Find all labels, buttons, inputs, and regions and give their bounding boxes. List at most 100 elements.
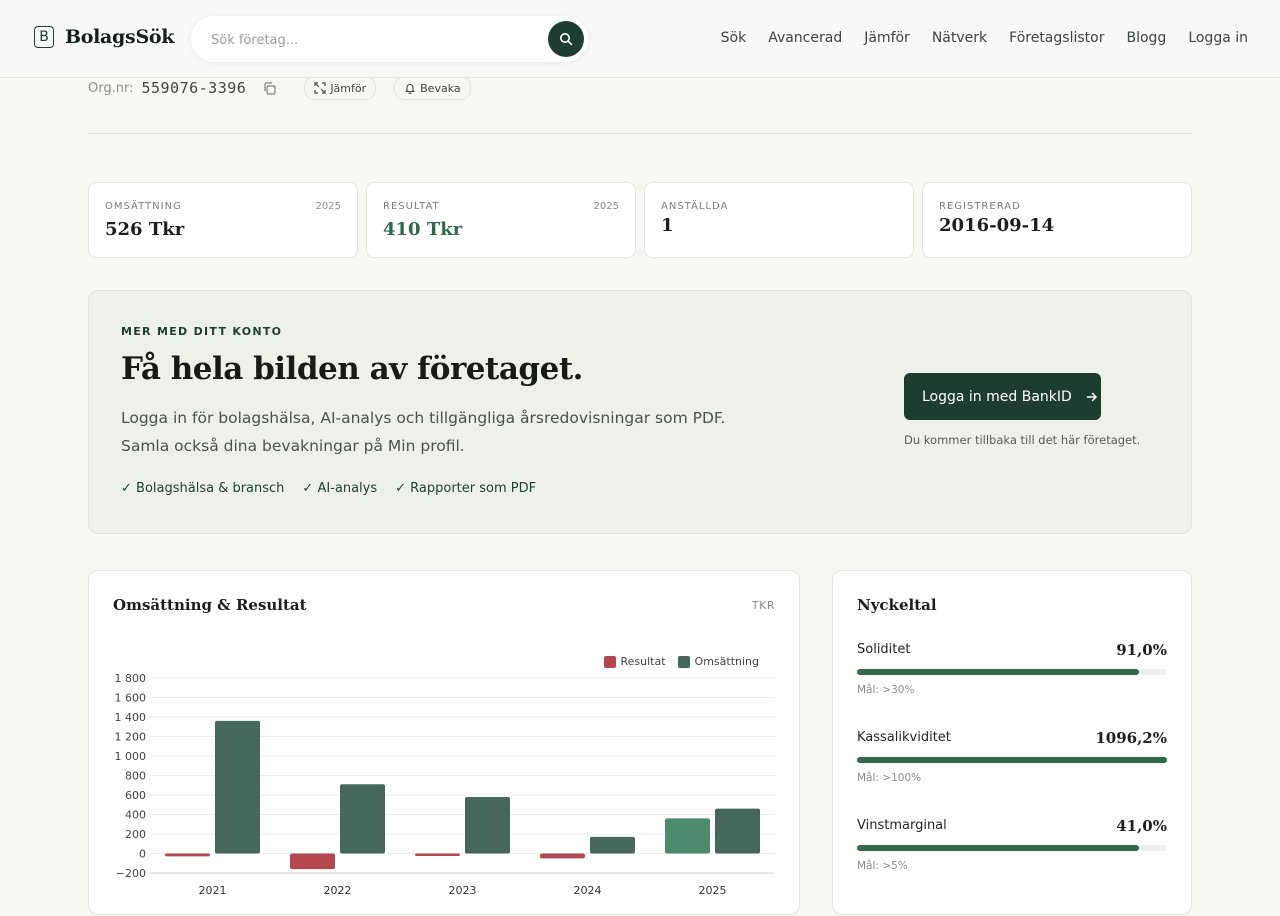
promo-headline: Få hela bilden av företaget. <box>121 351 583 387</box>
login-promo-panel: MER MED DITT KONTO Få hela bilden av för… <box>88 290 1192 534</box>
y-tick-label: 400 <box>125 809 146 822</box>
metric-name: Vinstmarginal <box>857 818 947 833</box>
y-tick-label: 200 <box>125 828 146 841</box>
bar-omsättning-2025 <box>715 808 760 854</box>
metric-progress-fill <box>857 669 1140 675</box>
nav-jamfor[interactable]: Jämför <box>864 30 910 46</box>
stat-card-resultat: RESULTAT 2025 410 Tkr <box>366 182 636 258</box>
nav-avancerad[interactable]: Avancerad <box>768 30 842 46</box>
x-tick-label: 2022 <box>324 884 352 897</box>
logo-icon: B <box>34 26 54 48</box>
nav-logga-in[interactable]: Logga in <box>1188 30 1248 46</box>
y-tick-label: 0 <box>139 848 146 861</box>
nav-sok[interactable]: Sök <box>721 30 747 46</box>
metric-progress-track <box>857 845 1167 851</box>
stat-label: REGISTRERAD <box>939 201 1021 212</box>
watch-button[interactable]: Bevaka <box>394 76 471 100</box>
legend-label: Omsättning <box>694 655 759 668</box>
metric-value: 91,0% <box>1116 641 1167 659</box>
nav-foretagslistor[interactable]: Företagslistor <box>1009 30 1104 46</box>
chart-unit: TKR <box>751 599 775 612</box>
search-icon <box>560 33 573 46</box>
legend-swatch <box>677 655 690 668</box>
metric-name: Soliditet <box>857 642 911 657</box>
metric-progress-track <box>857 757 1167 763</box>
y-tick-label: 1 800 <box>115 672 147 685</box>
stat-value: 410 Tkr <box>383 219 463 240</box>
bar-resultat-2022 <box>290 853 335 870</box>
promo-body: Logga in för bolagshälsa, AI-analys och … <box>121 409 726 455</box>
metric-soliditet: Soliditet 91,0% Mål: >30% <box>857 641 1167 712</box>
search-bar <box>191 16 588 62</box>
bankid-login-button[interactable]: Logga in med BankID <box>904 373 1101 420</box>
main-nav: Sök Avancerad Jämför Nätverk Företagslis… <box>721 30 1248 46</box>
bar-resultat-2021 <box>165 853 210 857</box>
metric-progress-track <box>857 669 1167 675</box>
metrics-title: Nyckeltal <box>857 596 937 614</box>
chart-title: Omsättning & Resultat <box>113 596 307 614</box>
feature-item: ✓ Rapporter som PDF <box>395 481 537 496</box>
bar-resultat-2023 <box>415 853 460 856</box>
bell-icon <box>405 84 415 94</box>
metric-progress-fill <box>857 757 1167 763</box>
y-tick-label: 800 <box>125 770 146 783</box>
feature-item: ✓ AI-analys <box>302 481 378 496</box>
compare-button[interactable]: Jämför <box>304 76 377 100</box>
y-tick-label: 600 <box>125 789 146 802</box>
metric-kassalikviditet: Kassalikviditet 1096,2% Mål: >100% <box>857 729 1167 800</box>
chart-legend: Resultat Omsättning <box>592 655 759 668</box>
metric-value: 41,0% <box>1116 817 1167 835</box>
y-tick-label: −200 <box>116 867 146 880</box>
legend-item-resultat[interactable]: Resultat <box>603 655 666 668</box>
section-divider <box>88 133 1192 134</box>
nav-natverk[interactable]: Nätverk <box>932 30 987 46</box>
stat-value: 2016-09-14 <box>939 215 1055 236</box>
y-tick-label: 1 600 <box>115 692 147 705</box>
brand-logo[interactable]: B BolagsSök <box>34 26 174 48</box>
stat-value: 526 Tkr <box>105 219 185 240</box>
metric-goal: Mål: >30% <box>857 684 915 696</box>
legend-label: Resultat <box>620 655 666 668</box>
stat-year: 2025 <box>315 201 341 212</box>
stat-card-omsattning: OMSÄTTNING 2025 526 Tkr <box>88 182 358 258</box>
legend-item-omsattning[interactable]: Omsättning <box>677 655 759 668</box>
stat-label: OMSÄTTNING <box>105 201 182 212</box>
org-number: 559076-3396 <box>141 79 247 97</box>
company-id-row: Org.nr: 559076-3396 Jämför Bevaka <box>88 76 471 100</box>
stat-year: 2025 <box>593 201 619 212</box>
stat-label: RESULTAT <box>383 201 440 212</box>
arrow-right-icon <box>1086 391 1098 403</box>
stat-label: ANSTÄLLDA <box>661 201 729 212</box>
metric-value: 1096,2% <box>1095 729 1167 747</box>
promo-kicker: MER MED DITT KONTO <box>121 325 283 338</box>
search-button[interactable] <box>548 21 584 57</box>
brand-name: BolagsSök <box>65 26 175 48</box>
bar-omsättning-2021 <box>215 720 260 854</box>
y-tick-label: 1 000 <box>115 750 147 763</box>
bar-chart: −200 0 200 400 600 800 1 000 1 200 1 400 1 600 1 8… <box>115 672 775 897</box>
top-navigation-bar: B BolagsSök Sök Avancerad Jämför Nätverk… <box>0 0 1280 78</box>
stat-card-registrerad: REGISTRERAD 2016-09-14 <box>922 182 1192 258</box>
bar-resultat-2025 <box>665 818 710 854</box>
legend-swatch <box>603 655 616 668</box>
stat-card-anstallda: ANSTÄLLDA 1 <box>644 182 914 258</box>
y-tick-label: 1 200 <box>115 731 147 744</box>
metric-progress-fill <box>857 845 1140 851</box>
nav-blogg[interactable]: Blogg <box>1126 30 1166 46</box>
x-tick-label: 2021 <box>199 884 227 897</box>
promo-feature-list: ✓ Bolagshälsa & bransch ✓ AI-analys ✓ Ra… <box>121 481 554 496</box>
metric-goal: Mål: >100% <box>857 772 922 784</box>
org-number-label: Org.nr: <box>88 80 134 96</box>
bar-omsättning-2022 <box>340 784 385 854</box>
copy-icon <box>264 81 276 95</box>
y-tick-label: 1 400 <box>115 711 147 724</box>
bankid-login-label: Logga in med BankID <box>922 388 1072 405</box>
metric-name: Kassalikviditet <box>857 730 951 745</box>
metric-vinstmarginal: Vinstmarginal 41,0% Mål: >5% <box>857 817 1167 888</box>
x-tick-label: 2023 <box>449 884 477 897</box>
search-input[interactable] <box>209 28 543 52</box>
watch-label: Bevaka <box>420 81 461 95</box>
bar-resultat-2024 <box>540 853 585 859</box>
copy-button[interactable] <box>260 79 278 97</box>
expand-icon <box>314 82 326 94</box>
